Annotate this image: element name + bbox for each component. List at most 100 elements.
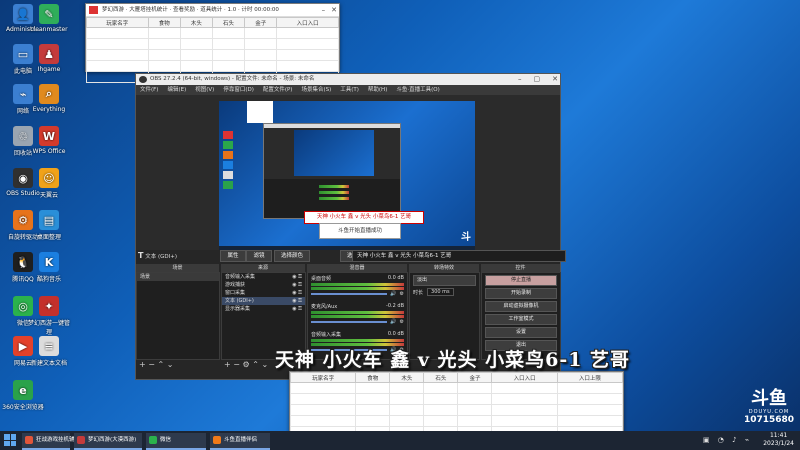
column-header[interactable]: 入口入口 <box>491 372 558 383</box>
down-icon[interactable]: ⌄ <box>261 360 268 369</box>
mixer-track-db: 0.0 dB <box>387 331 404 337</box>
table-row <box>289 382 624 394</box>
column-header[interactable]: 入口上限 <box>556 372 624 383</box>
visibility-lock-icon[interactable]: ◉ ⚿ <box>292 305 302 313</box>
menu-item[interactable]: 编辑(E) <box>167 85 186 95</box>
maximize-icon[interactable]: ▢ <box>534 74 541 85</box>
desktop-icon-label: 天翼云 <box>39 192 58 199</box>
gear-icon[interactable]: ⚙ <box>243 360 250 369</box>
menu-item[interactable]: 停靠窗口(D) <box>223 85 254 95</box>
up-icon[interactable]: ⌃ <box>158 360 165 369</box>
gear-icon[interactable]: ⚙ <box>400 291 404 297</box>
menu-item[interactable]: 文件(F) <box>140 85 158 95</box>
menu-item[interactable]: 工具(T) <box>340 85 359 95</box>
clock-date: 2023/1/24 <box>763 440 794 447</box>
remove-icon[interactable]: − <box>233 360 240 369</box>
source-item[interactable]: 音频输入采集 ◉ ⚿ <box>222 273 305 281</box>
desktop-icon[interactable]: ⌕ Everything <box>28 84 70 113</box>
add-icon[interactable]: + <box>139 360 146 369</box>
column-header[interactable]: 食物 <box>147 17 181 28</box>
speaker-icon[interactable]: 🔊 <box>390 319 396 325</box>
windows-start-icon[interactable] <box>4 434 16 446</box>
taskbar-item[interactable]: 狂战游戏挂机辅助平台 <box>22 433 91 450</box>
clock-time: 11:41 <box>769 432 788 439</box>
add-icon[interactable]: + <box>224 360 231 369</box>
column-header[interactable]: 食物 <box>355 372 391 383</box>
source-item-label: 窗口采集 <box>225 290 246 296</box>
minimize-icon[interactable]: – <box>322 4 326 16</box>
text-value-field[interactable]: 天神 小火车 鑫 v 光头 小菜鸟6-1 艺哥 <box>352 250 566 262</box>
scene-item[interactable]: 场景 <box>137 273 219 281</box>
column-header[interactable]: 玩家名字 <box>86 17 149 28</box>
taskbar-item[interactable]: 斗鱼直播伴侣 <box>210 433 270 450</box>
close-icon[interactable]: ✕ <box>552 74 558 85</box>
duration-input[interactable]: 300 ms <box>427 288 454 296</box>
source-item[interactable]: 显示器采集 ◉ ⚿ <box>222 305 305 313</box>
tray-icons[interactable]: ▣ ◔ ♪ ⌁ <box>703 436 752 444</box>
speaker-icon[interactable]: 🔊 <box>390 291 396 297</box>
taskbar-item[interactable]: 微信 <box>146 433 206 450</box>
visibility-lock-icon[interactable]: ◉ ⚿ <box>292 281 302 289</box>
desktop-icon-label: 新建文本文档 <box>30 360 67 367</box>
column-header[interactable]: 金子 <box>457 372 493 383</box>
desktop-icon[interactable]: K 酷狗音乐 <box>28 252 70 283</box>
desktop-icon[interactable]: ✎ cleanmaster <box>28 4 70 33</box>
stats-window-titlebar[interactable]: 梦幻西游 · 大雁塔挂机统计 · 查看奖励 · 道具统计 · 1.0 · 计时 … <box>86 4 339 17</box>
gear-icon[interactable]: ⚙ <box>400 319 404 325</box>
obs-menubar: 文件(F) 编辑(E) 视图(V) 停靠窗口(D) 配置文件(P) 场景集合(S) 工具(T… <box>136 85 560 95</box>
app-icon: ▤ <box>39 210 59 230</box>
column-header[interactable]: 石头 <box>423 372 459 383</box>
column-header[interactable]: 石头 <box>211 17 246 28</box>
stats-window-top[interactable]: 梦幻西游 · 大雁塔挂机统计 · 查看奖励 · 道具统计 · 1.0 · 计时 … <box>85 3 340 83</box>
volume-slider[interactable] <box>311 293 388 295</box>
volume-slider[interactable] <box>311 321 388 323</box>
source-item[interactable]: 窗口采集 ◉ ⚿ <box>222 289 305 297</box>
visibility-lock-icon[interactable]: ◉ ⚿ <box>292 273 302 281</box>
control-button[interactable]: 开始录制 <box>485 288 557 299</box>
remove-icon[interactable]: − <box>148 360 155 369</box>
filters-button[interactable]: 滤镜 <box>246 250 272 262</box>
column-header[interactable]: 木头 <box>179 17 213 28</box>
obs-preview[interactable]: 天神 小火车 鑫 v 光头 小菜鸟6-1 艺哥 斗鱼开始直播成功 斗 <box>219 101 475 251</box>
column-header[interactable]: 木头 <box>389 372 425 383</box>
desktop-icon-label: WPS Office <box>32 148 66 155</box>
obs-title: OBS 27.2.4 (64-bit, windows) - 配置文件: 未命名… <box>150 76 315 82</box>
clock[interactable]: 11:41 2023/1/24 <box>763 432 794 448</box>
up-icon[interactable]: ⌃ <box>252 360 259 369</box>
control-button[interactable]: 启动虚拟摄像机 <box>485 301 557 312</box>
control-button[interactable]: 停止直播 <box>485 275 557 286</box>
taskbar-item[interactable]: 梦幻西游(大漠西游) <box>74 433 142 450</box>
desktop-icon[interactable]: ✦ 梦幻西游一键管理 <box>28 296 70 336</box>
menu-item[interactable]: 斗鱼·直播工具(O) <box>396 85 439 95</box>
desktop-icon[interactable]: ≡ 新建文本文档 <box>28 336 70 367</box>
down-icon[interactable]: ⌄ <box>167 360 174 369</box>
obs-window[interactable]: OBS 27.2.4 (64-bit, windows) - 配置文件: 未命名… <box>135 73 566 380</box>
column-header[interactable]: 入口入口 <box>276 17 339 28</box>
desktop-icon[interactable]: ▤ 桌面整理 <box>28 210 70 241</box>
control-button[interactable]: 工作室模式 <box>485 314 557 325</box>
source-item[interactable]: 文本 (GDI+) ◉ ⚿ <box>222 297 305 305</box>
transition-select[interactable]: 淡出 <box>413 275 476 286</box>
app-icon: ⌕ <box>39 84 59 104</box>
obs-titlebar[interactable]: OBS 27.2.4 (64-bit, windows) - 配置文件: 未命名… <box>136 74 560 85</box>
menu-item[interactable]: 视图(V) <box>195 85 214 95</box>
visibility-lock-icon[interactable]: ◉ ⚿ <box>292 297 302 305</box>
desktop-icon[interactable]: W WPS Office <box>28 126 70 155</box>
close-icon[interactable]: ✕ <box>331 4 337 16</box>
stats-window-bottom[interactable]: 玩家名字 食物 木头 石头 金子 入口入口 入口上限 <box>289 371 624 438</box>
column-header[interactable]: 玩家名字 <box>289 372 357 383</box>
column-header[interactable]: 金子 <box>244 17 278 28</box>
desktop-icon[interactable]: e 360安全浏览器 <box>2 380 44 411</box>
menu-item[interactable]: 场景集合(S) <box>301 85 331 95</box>
source-item-label: 游戏捕获 <box>225 282 246 288</box>
desktop-icon[interactable]: ☺ 天翼云 <box>28 168 70 199</box>
select-color-button[interactable]: 选择颜色 <box>274 250 310 262</box>
menu-item[interactable]: 帮助(H) <box>368 85 387 95</box>
properties-button[interactable]: 属性 <box>220 250 246 262</box>
control-button[interactable]: 设置 <box>485 327 557 338</box>
desktop-icon[interactable]: ♟ Ihgame <box>28 44 70 73</box>
visibility-lock-icon[interactable]: ◉ ⚿ <box>292 289 302 297</box>
minimize-icon[interactable]: – <box>518 74 522 85</box>
menu-item[interactable]: 配置文件(P) <box>263 85 293 95</box>
source-item[interactable]: 游戏捕获 ◉ ⚿ <box>222 281 305 289</box>
